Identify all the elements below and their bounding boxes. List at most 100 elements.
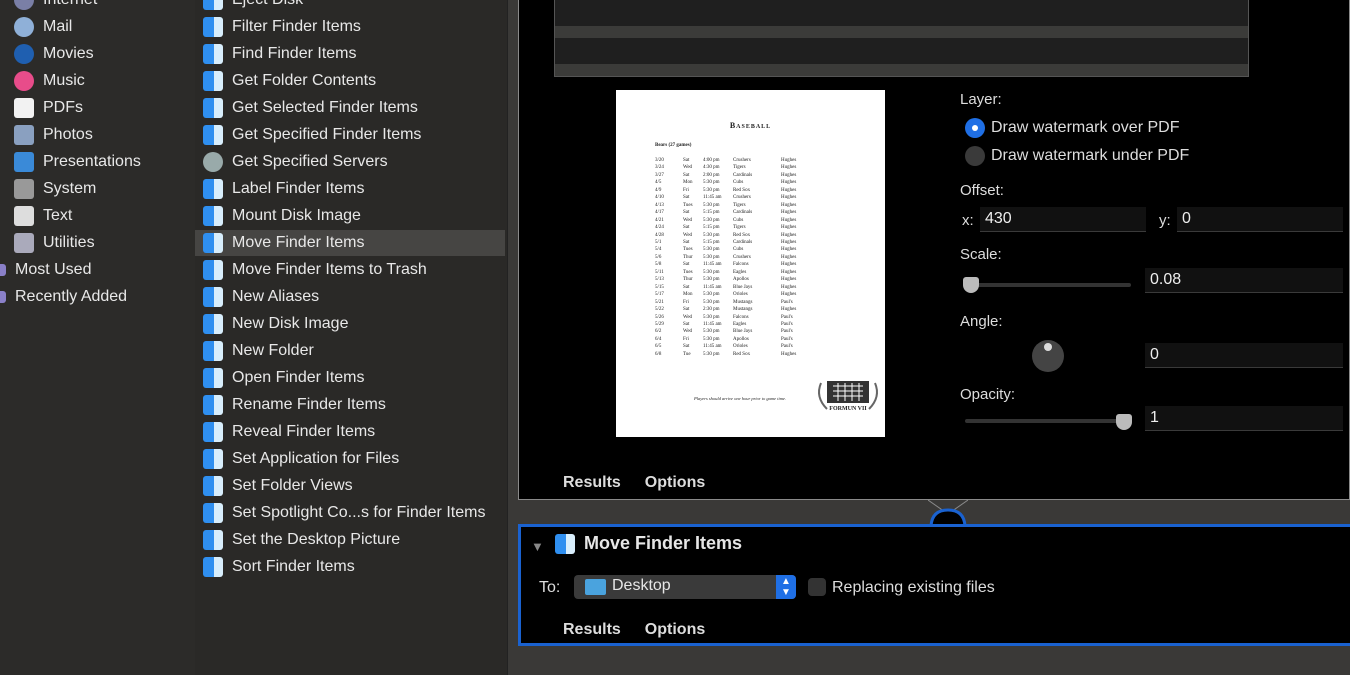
- watermark-action-card: Baseball Bears (27 games) 3/20Sat4:00 pm…: [518, 0, 1350, 500]
- schedule-cell: 4/21: [655, 217, 683, 224]
- schedule-cell: 5:30 pm: [703, 276, 733, 283]
- action-item[interactable]: Move Finder Items: [195, 230, 505, 256]
- schedule-cell: Red Sox: [733, 351, 781, 358]
- schedule-cell: 6/8: [655, 351, 683, 358]
- angle-input[interactable]: 0: [1145, 343, 1343, 368]
- action-item[interactable]: Eject Disk: [195, 0, 505, 13]
- action-item[interactable]: New Disk Image: [195, 311, 505, 337]
- opacity-input[interactable]: 1: [1145, 406, 1343, 431]
- action-item[interactable]: Mount Disk Image: [195, 203, 505, 229]
- finder-icon: [203, 557, 223, 577]
- offset-x-input[interactable]: 430: [980, 207, 1146, 232]
- schedule-cell: Mon: [683, 291, 703, 298]
- action-item[interactable]: New Folder: [195, 338, 505, 364]
- schedule-cell: Tues: [683, 202, 703, 209]
- action-item[interactable]: Set Application for Files: [195, 446, 505, 472]
- library-item-system[interactable]: System: [14, 176, 194, 202]
- schedule-cell: Hughes: [781, 194, 811, 201]
- schedule-cell: Mon: [683, 179, 703, 186]
- action-item[interactable]: Reveal Finder Items: [195, 419, 505, 445]
- action-item[interactable]: Filter Finder Items: [195, 14, 505, 40]
- library-item-label: PDFs: [43, 99, 83, 117]
- pdf-team: Bears (27 games): [655, 143, 691, 148]
- finder-icon: [203, 422, 223, 442]
- radio-under-label[interactable]: Draw watermark under PDF: [991, 147, 1189, 165]
- library-item-text[interactable]: Text: [14, 203, 194, 229]
- action-item[interactable]: Get Folder Contents: [195, 68, 505, 94]
- library-item-utilities[interactable]: Utilities: [14, 230, 194, 256]
- action-item[interactable]: Rename Finder Items: [195, 392, 505, 418]
- action-item[interactable]: Sort Finder Items: [195, 554, 505, 580]
- replace-checkbox[interactable]: [808, 578, 826, 596]
- action-item[interactable]: Get Specified Servers: [195, 149, 505, 175]
- schedule-cell: 11:45 am: [703, 343, 733, 350]
- schedule-cell: Paul's: [781, 299, 811, 306]
- radio-over[interactable]: [965, 118, 985, 138]
- action-item[interactable]: Set Folder Views: [195, 473, 505, 499]
- schedule-cell: Falcons: [733, 314, 781, 321]
- angle-knob[interactable]: [1032, 340, 1064, 372]
- schedule-cell: 5:30 pm: [703, 336, 733, 343]
- schedule-cell: 5:30 pm: [703, 179, 733, 186]
- schedule-cell: 4/13: [655, 202, 683, 209]
- action-item[interactable]: Get Selected Finder Items: [195, 95, 505, 121]
- schedule-cell: Hughes: [781, 202, 811, 209]
- schedule-cell: Cardinals: [733, 172, 781, 179]
- schedule-cell: 6/2: [655, 328, 683, 335]
- results-tab[interactable]: Results: [563, 621, 621, 638]
- scale-slider[interactable]: [965, 283, 1131, 287]
- options-tab[interactable]: Options: [645, 474, 705, 491]
- presentation-icon: [14, 152, 34, 172]
- opacity-slider[interactable]: [965, 419, 1131, 423]
- opacity-slider-thumb[interactable]: [1116, 414, 1132, 430]
- offset-y-input[interactable]: 0: [1177, 207, 1343, 232]
- library-item-photos[interactable]: Photos: [14, 122, 194, 148]
- replace-label[interactable]: Replacing existing files: [832, 579, 995, 597]
- schedule-cell: Wed: [683, 217, 703, 224]
- action-item[interactable]: Set the Desktop Picture: [195, 527, 505, 553]
- library-item-pdfs[interactable]: PDFs: [14, 95, 194, 121]
- action-item[interactable]: Label Finder Items: [195, 176, 505, 202]
- finder-icon: [203, 314, 223, 334]
- move-finder-items-card: ▼ Move Finder Items To: Desktop ▲▼ Repla…: [518, 524, 1350, 646]
- library-item-internet[interactable]: Internet: [14, 0, 194, 13]
- schedule-row: 5/4Tues5:30 pmCubsHughes: [655, 246, 811, 253]
- schedule-cell: Orioles: [733, 343, 781, 350]
- library-item-mail[interactable]: Mail: [14, 14, 194, 40]
- schedule-cell: Hughes: [781, 246, 811, 253]
- library-item-presentations[interactable]: Presentations: [14, 149, 194, 175]
- action-item[interactable]: Find Finder Items: [195, 41, 505, 67]
- scale-input[interactable]: 0.08: [1145, 268, 1343, 293]
- schedule-cell: 4/5: [655, 179, 683, 186]
- library-item-recently-added[interactable]: Recently Added: [0, 284, 174, 310]
- schedule-cell: Sat: [683, 321, 703, 328]
- finder-icon: [203, 0, 223, 10]
- action-item[interactable]: Move Finder Items to Trash: [195, 257, 505, 283]
- schedule-cell: Cardinals: [733, 239, 781, 246]
- action-item[interactable]: Set Spotlight Co...s for Finder Items: [195, 500, 505, 526]
- action-item[interactable]: New Aliases: [195, 284, 505, 310]
- schedule-row: 5/26Wed5:30 pmFalconsPaul's: [655, 314, 811, 321]
- schedule-cell: 5/1: [655, 239, 683, 246]
- library-item-movies[interactable]: Movies: [14, 41, 194, 67]
- svg-text:FORMUN VII: FORMUN VII: [829, 406, 867, 412]
- options-tab[interactable]: Options: [645, 621, 705, 638]
- destination-popup[interactable]: Desktop ▲▼: [574, 575, 796, 599]
- scale-slider-thumb[interactable]: [963, 277, 979, 293]
- results-tab[interactable]: Results: [563, 474, 621, 491]
- radio-over-label[interactable]: Draw watermark over PDF: [991, 119, 1179, 137]
- action-item[interactable]: Open Finder Items: [195, 365, 505, 391]
- radio-under[interactable]: [965, 146, 985, 166]
- split-divider[interactable]: [507, 0, 518, 675]
- library-item-music[interactable]: Music: [14, 68, 194, 94]
- library-item-most-used[interactable]: Most Used: [0, 257, 174, 283]
- results-table: [554, 0, 1249, 77]
- finder-icon: [203, 179, 223, 199]
- schedule-cell: 5/11: [655, 269, 683, 276]
- action-item[interactable]: Get Specified Finder Items: [195, 122, 505, 148]
- schedule-cell: Hughes: [781, 172, 811, 179]
- action-label: Rename Finder Items: [232, 396, 386, 414]
- collapse-triangle-icon[interactable]: ▼: [531, 539, 544, 554]
- offset-label: Offset:: [960, 182, 1004, 199]
- schedule-cell: 11:45 am: [703, 284, 733, 291]
